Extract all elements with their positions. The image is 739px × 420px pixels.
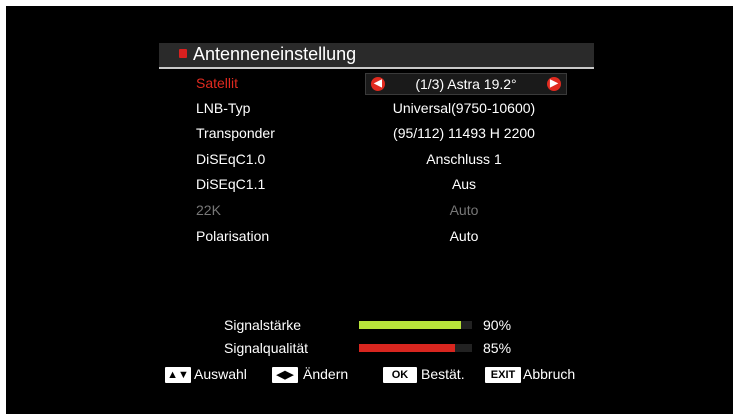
signal-strength-value: 90% xyxy=(483,317,512,333)
row-value: Aus xyxy=(451,176,477,192)
row-label: LNB-Typ xyxy=(196,100,251,116)
footer-confirm-text: Bestät. xyxy=(421,366,465,382)
row-label: 22K xyxy=(196,202,221,218)
footer-cancel-text: Abbruch xyxy=(523,366,576,382)
exit-key-icon: EXIT xyxy=(485,367,521,383)
signal-strength-fill xyxy=(359,321,461,329)
signal-quality-fill xyxy=(359,344,456,352)
signal-quality-label: Signalqualität xyxy=(224,340,309,356)
row-label: Transponder xyxy=(196,125,275,141)
row-diseqc10[interactable]: DiSEqC1.0 Anschluss 1 xyxy=(159,147,594,172)
row-satellite[interactable]: Satellit ◀ (1/3) Astra 19.2° ▶ xyxy=(159,71,594,96)
arrow-right-icon[interactable]: ▶ xyxy=(547,77,561,91)
row-diseqc11[interactable]: DiSEqC1.1 Aus xyxy=(159,172,594,197)
satellite-selector[interactable]: ◀ (1/3) Astra 19.2° ▶ xyxy=(365,73,567,95)
up-down-key-icon: ▲▼ xyxy=(165,367,191,383)
signal-strength-bar xyxy=(359,321,472,329)
title-bar: Antenneneinstellung xyxy=(159,43,594,69)
row-lnb-type[interactable]: LNB-Typ Universal(9750-10600) xyxy=(159,96,594,121)
row-label: DiSEqC1.0 xyxy=(196,151,266,167)
signal-strength-label: Signalstärke xyxy=(224,317,302,333)
row-transponder[interactable]: Transponder (95/112) 11493 H 2200 xyxy=(159,121,594,146)
footer-select-text: Auswahl xyxy=(194,366,247,382)
left-right-key-icon: ◀▶ xyxy=(272,367,298,383)
row-value: Universal(9750-10600) xyxy=(392,100,536,116)
footer-help-bar: ▲▼ Auswahl ◀▶ Ändern OK Bestät. EXIT Abb… xyxy=(159,363,594,389)
row-label: DiSEqC1.1 xyxy=(196,176,266,192)
row-polarisation[interactable]: Polarisation Auto xyxy=(159,224,594,249)
footer-change-text: Ändern xyxy=(303,366,349,382)
row-value: Auto xyxy=(449,202,479,218)
tv-screen: Antenneneinstellung Satellit ◀ (1/3) Ast… xyxy=(6,6,733,414)
antenna-settings-panel: Antenneneinstellung Satellit ◀ (1/3) Ast… xyxy=(159,43,594,389)
menu-bullet-icon xyxy=(179,49,187,58)
ok-key-icon: OK xyxy=(383,367,417,383)
row-22k: 22K Auto xyxy=(159,198,594,223)
signal-quality-value: 85% xyxy=(483,340,512,356)
row-value: Anschluss 1 xyxy=(426,151,502,167)
window-title: Antenneneinstellung xyxy=(193,44,357,64)
row-label: Satellit xyxy=(196,75,239,91)
satellite-value: (1/3) Astra 19.2° xyxy=(415,76,517,92)
row-value: Auto xyxy=(449,228,479,244)
signal-quality-bar xyxy=(359,344,472,352)
row-label: Polarisation xyxy=(196,228,270,244)
row-value: (95/112) 11493 H 2200 xyxy=(393,125,535,141)
